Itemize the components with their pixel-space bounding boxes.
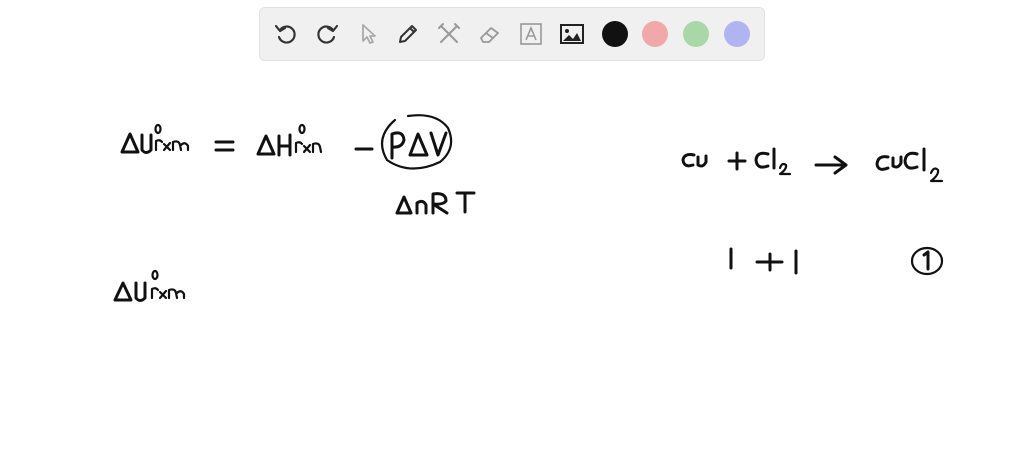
redo-button[interactable] bbox=[312, 19, 342, 49]
drawing-toolbar bbox=[259, 7, 765, 61]
undo-button[interactable] bbox=[271, 19, 301, 49]
pointer-icon bbox=[362, 24, 376, 44]
equals-sign bbox=[214, 140, 235, 152]
text-icon bbox=[520, 23, 542, 45]
color-swatch-blue[interactable] bbox=[724, 21, 750, 47]
eraser-tool-button[interactable] bbox=[475, 19, 505, 49]
color-swatch-pink[interactable] bbox=[642, 21, 668, 47]
tools-button[interactable] bbox=[434, 19, 464, 49]
reaction-equation bbox=[681, 147, 944, 183]
text-tool-button[interactable] bbox=[516, 19, 546, 49]
stoichiometry-coefficients bbox=[729, 246, 944, 276]
undo-icon bbox=[274, 24, 296, 44]
pen-icon bbox=[399, 25, 417, 43]
equation-delta-h bbox=[256, 123, 323, 157]
pen-tool-button[interactable] bbox=[393, 19, 423, 49]
delta-nrt-annotation bbox=[395, 191, 476, 215]
image-icon bbox=[560, 24, 584, 44]
insert-image-button[interactable] bbox=[557, 19, 587, 49]
equation-delta-u bbox=[120, 123, 190, 154]
eraser-icon bbox=[480, 27, 499, 43]
handwriting-layer bbox=[113, 114, 944, 302]
redo-icon bbox=[317, 24, 339, 44]
circled-p-delta-v bbox=[380, 114, 453, 170]
tools-icon bbox=[438, 23, 460, 43]
select-tool-button[interactable] bbox=[353, 19, 383, 49]
delta-u-second bbox=[113, 269, 186, 302]
color-swatch-black[interactable] bbox=[602, 21, 628, 47]
whiteboard-canvas[interactable] bbox=[0, 70, 1024, 450]
color-swatch-green[interactable] bbox=[683, 21, 709, 47]
